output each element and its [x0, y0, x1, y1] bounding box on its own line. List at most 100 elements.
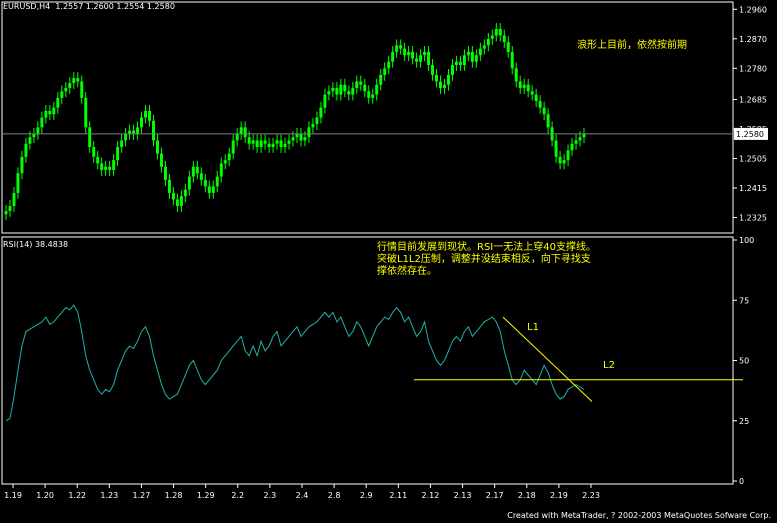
candle-body [48, 110, 52, 115]
candle-body [76, 78, 80, 82]
candle-body [100, 163, 104, 170]
symbol-label: EURUSD,H4 1.2557 1.2600 1.2554 1.2580 [3, 2, 175, 11]
candle-body [343, 84, 347, 92]
candle-body [454, 61, 458, 66]
time-label: 2.8 [328, 491, 341, 500]
candle-body [371, 94, 375, 98]
candle-body [462, 55, 466, 66]
candle-body [108, 166, 112, 170]
candle-body [56, 97, 60, 108]
candle-body [514, 68, 518, 82]
candle-body [538, 101, 542, 108]
candle-body [68, 83, 72, 88]
candle-body [470, 51, 474, 62]
candle-body [506, 42, 510, 52]
candle-body [287, 140, 291, 144]
candle-body [431, 65, 435, 75]
time-label: 2.4 [296, 491, 309, 500]
candle-body [235, 133, 239, 141]
candle-body [351, 87, 355, 95]
candle-body [199, 173, 203, 180]
candle-body [534, 94, 538, 102]
candle-body [283, 143, 287, 148]
candle-body [438, 81, 442, 88]
candle-body [215, 176, 219, 187]
candle-body [148, 110, 152, 121]
candle-body [522, 84, 526, 88]
candle-body [299, 133, 303, 141]
candle-body [195, 166, 199, 174]
candle-body [167, 179, 171, 193]
candle-body [163, 166, 167, 180]
candle-body [136, 127, 140, 134]
candle-body [263, 140, 267, 144]
time-label: 2.18 [518, 491, 536, 500]
candle-body [518, 81, 522, 88]
time-label: 2.23 [582, 491, 600, 500]
candle-body [395, 45, 399, 52]
candle-body [227, 153, 231, 161]
candle-body [347, 91, 351, 95]
time-label: 2.19 [550, 491, 568, 500]
candle-body [175, 199, 179, 207]
time-label: 2.17 [486, 491, 504, 500]
candle-body [271, 143, 275, 148]
candle-body [155, 140, 159, 154]
time-label: 2.9 [360, 491, 373, 500]
rsi-title: RSI(14) 38.4838 [3, 240, 69, 249]
candle-body [231, 140, 235, 154]
candle-body [490, 35, 494, 39]
candle-body [415, 58, 419, 62]
candle-body [335, 87, 339, 95]
time-label: 2.13 [454, 491, 472, 500]
price-label: 1.2505 [739, 154, 767, 163]
candle-body [40, 117, 44, 128]
candle-body [159, 153, 163, 167]
l1-label: L1 [527, 322, 539, 333]
candle-body [423, 51, 427, 56]
candle-body [219, 163, 223, 177]
candle-body [44, 110, 48, 118]
candle-body [120, 140, 124, 148]
rsi-level-label: 100 [739, 236, 754, 245]
candle-body [140, 117, 144, 128]
candle-body [466, 51, 470, 56]
candle-body [574, 140, 578, 144]
candle-body [88, 127, 92, 148]
price-label: 1.2960 [739, 5, 767, 14]
candle-body [570, 143, 574, 151]
candle-body [486, 38, 490, 46]
candle-body [112, 160, 116, 170]
price-label: 1.2780 [739, 64, 767, 73]
candle-body [311, 124, 315, 128]
candle-body [183, 189, 187, 197]
current-price-label: 1.2580 [736, 130, 764, 139]
time-label: 2.11 [389, 491, 407, 500]
candle-body [96, 156, 100, 164]
rsi-panel-frame [1, 236, 734, 485]
candle-body [502, 35, 506, 43]
candle-body [4, 210, 8, 215]
candle-body [279, 140, 283, 148]
candle-body [530, 91, 534, 95]
candle-body [474, 55, 478, 62]
candle-body [383, 68, 387, 75]
rsi-level-label: 25 [739, 417, 749, 426]
candle-body [251, 140, 255, 144]
candle-body [171, 192, 175, 200]
candle-body [255, 140, 259, 148]
candle-body [542, 107, 546, 115]
candle-body [399, 45, 403, 49]
candle-body [327, 91, 331, 95]
candle-body [80, 81, 84, 98]
price-label: 1.2325 [739, 214, 767, 223]
candle-body [60, 91, 64, 98]
candle-body [419, 55, 423, 62]
candle-body [411, 51, 415, 59]
candle-body [339, 84, 343, 95]
price-label: 1.2415 [739, 184, 767, 193]
rsi-annotation-3: 撑依然存在。 [377, 266, 437, 277]
candle-body [16, 173, 20, 193]
candle-body [191, 166, 195, 177]
candle-body [267, 143, 271, 148]
